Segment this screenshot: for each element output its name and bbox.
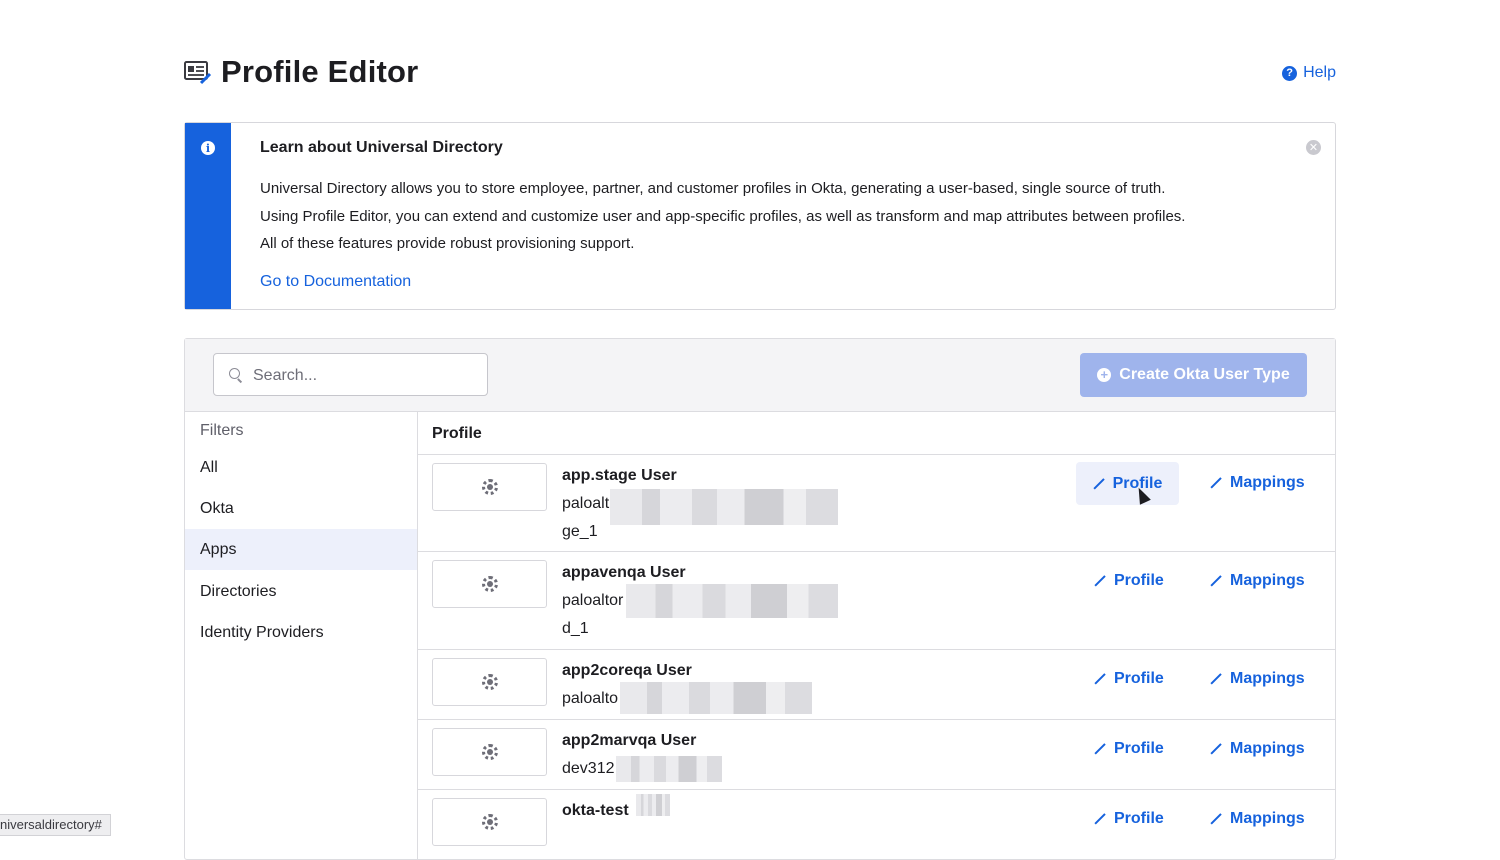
profile-button[interactable]: Profile — [1094, 572, 1164, 590]
mappings-button[interactable]: Mappings — [1210, 572, 1305, 590]
profile-button-label: Profile — [1114, 740, 1164, 757]
profile-editor-icon — [184, 61, 212, 85]
table-row: appavenqa User paloaltor d_1 Profile Map… — [418, 552, 1335, 650]
profile-button-label: Profile — [1114, 810, 1164, 827]
pencil-icon — [1093, 478, 1105, 490]
app-name: app2marvqa User — [562, 732, 697, 749]
pencil-icon — [1210, 477, 1222, 489]
filter-identity-providers[interactable]: Identity Providers — [185, 612, 417, 653]
mappings-button-label: Mappings — [1230, 740, 1305, 757]
gear-icon — [481, 744, 498, 760]
help-label: Help — [1303, 64, 1336, 81]
help-link[interactable]: ? Help — [1282, 64, 1336, 82]
profile-button[interactable]: Profile — [1076, 462, 1179, 505]
mappings-button-label: Mappings — [1230, 572, 1305, 589]
mappings-button-label: Mappings — [1230, 810, 1305, 827]
app-detail: paloaltor — [562, 592, 624, 609]
go-to-documentation-link[interactable]: Go to Documentation — [260, 273, 411, 291]
callout-line: Universal Directory allows you to store … — [260, 180, 1166, 197]
pencil-icon — [1210, 813, 1222, 825]
plus-circle-icon: + — [1097, 368, 1112, 382]
search-box[interactable] — [213, 353, 488, 396]
page-header: Profile Editor ? Help — [184, 52, 1336, 96]
app-name: app.stage User — [562, 467, 677, 484]
table-header: Profile — [418, 412, 1335, 455]
app-logo — [432, 798, 547, 846]
search-icon — [229, 368, 240, 379]
redacted-region — [636, 794, 670, 816]
mappings-button-label: Mappings — [1230, 474, 1305, 491]
close-icon[interactable]: ✕ — [1306, 140, 1321, 155]
profiles-table: Profile app.stage User paloalt ge_1 Prof… — [418, 412, 1335, 859]
status-bar-url: niversaldirectory# — [0, 814, 111, 836]
pencil-icon — [1094, 813, 1106, 825]
toolbar: + Create Okta User Type — [185, 339, 1335, 412]
gear-icon — [481, 576, 498, 592]
pencil-icon — [1210, 673, 1222, 685]
create-okta-user-type-button[interactable]: + Create Okta User Type — [1080, 353, 1307, 397]
app-logo — [432, 463, 547, 511]
profile-button-label: Profile — [1114, 670, 1164, 687]
app-name: appavenqa User — [562, 564, 686, 581]
table-row: app2marvqa User dev312 Profile Mappings — [418, 720, 1335, 790]
filters-title: Filters — [200, 422, 244, 439]
mappings-button[interactable]: Mappings — [1210, 810, 1305, 828]
profile-button-label: Profile — [1114, 572, 1164, 589]
pencil-icon — [1210, 575, 1222, 587]
pencil-icon — [1094, 575, 1106, 587]
redacted-region — [610, 489, 838, 525]
pencil-icon — [1210, 743, 1222, 755]
app-name: app2coreqa User — [562, 662, 692, 679]
pencil-icon — [1094, 673, 1106, 685]
callout-stripe: i — [185, 123, 231, 309]
callout-line: Using Profile Editor, you can extend and… — [260, 207, 1186, 225]
filters-sidebar: Filters All Okta Apps Directories Identi… — [185, 412, 418, 859]
app-detail: ge_1 — [562, 523, 598, 540]
table-row: app.stage User paloalt ge_1 Profile Mapp… — [418, 455, 1335, 552]
mappings-button[interactable]: Mappings — [1210, 670, 1305, 688]
redacted-region — [620, 682, 812, 714]
help-icon: ? — [1282, 65, 1298, 81]
app-detail: paloalt — [562, 495, 610, 512]
profiles-panel: + Create Okta User Type Filters All Okta… — [184, 338, 1336, 860]
callout-line: All of these features provide robust pro… — [260, 235, 635, 252]
app-logo — [432, 658, 547, 706]
universal-directory-callout: i Learn about Universal Directory Univer… — [184, 122, 1336, 310]
gear-icon — [481, 674, 498, 690]
create-button-label: Create Okta User Type — [1119, 366, 1290, 383]
callout-body: Universal Directory allows you to store … — [260, 175, 1310, 258]
app-logo — [432, 728, 547, 776]
gear-icon — [481, 479, 498, 495]
table-row: app2coreqa User paloalto Profile Mapping… — [418, 650, 1335, 720]
gear-icon — [481, 814, 498, 830]
profile-column-header: Profile — [432, 425, 482, 442]
filter-okta[interactable]: Okta — [185, 488, 417, 529]
mappings-button-label: Mappings — [1230, 670, 1305, 687]
profile-button[interactable]: Profile — [1094, 670, 1164, 688]
table-row: okta-test Profile Mappings — [418, 790, 1335, 859]
filter-apps[interactable]: Apps — [185, 529, 417, 570]
app-name: okta-test — [562, 802, 629, 819]
profile-button[interactable]: Profile — [1094, 810, 1164, 828]
app-detail: paloalto — [562, 690, 619, 707]
redacted-region — [626, 584, 838, 618]
app-detail: d_1 — [562, 620, 589, 637]
app-logo — [432, 560, 547, 608]
profile-button[interactable]: Profile — [1094, 740, 1164, 758]
redacted-region — [616, 756, 722, 782]
callout-title: Learn about Universal Directory — [260, 139, 503, 156]
pencil-icon — [1094, 743, 1106, 755]
search-input[interactable] — [251, 364, 480, 388]
page-title: Profile Editor — [221, 54, 419, 89]
mappings-button[interactable]: Mappings — [1210, 740, 1305, 758]
filter-directories[interactable]: Directories — [185, 571, 417, 612]
filter-all[interactable]: All — [185, 447, 417, 488]
info-icon: i — [201, 141, 215, 155]
app-detail: dev312 — [562, 760, 615, 777]
mappings-button[interactable]: Mappings — [1210, 474, 1305, 492]
